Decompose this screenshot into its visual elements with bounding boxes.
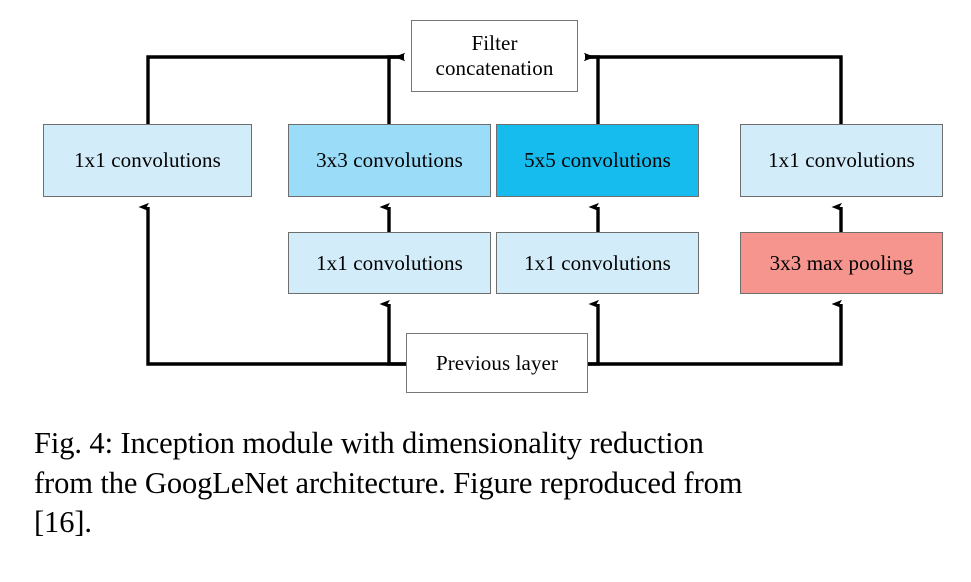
node-conv1x1-right-label: 1x1 convolutions bbox=[768, 148, 915, 173]
caption-line-1: Fig. 4: Inception module with dimensiona… bbox=[34, 426, 704, 460]
node-previous-layer[interactable]: Previous layer bbox=[406, 333, 588, 393]
edge-conv5x5-to-filter-concat bbox=[584, 52, 600, 124]
node-maxpool-label: 3x3 max pooling bbox=[769, 250, 914, 275]
node-conv1x1-mid1-label: 1x1 convolutions bbox=[316, 250, 463, 275]
caption-line-2: from the GoogLeNet architecture. Figure … bbox=[34, 465, 743, 500]
node-filter-concatenation[interactable]: Filter concatenation bbox=[411, 20, 578, 92]
figure-caption: Fig. 4: Inception module with dimensiona… bbox=[34, 424, 944, 543]
filter-concat-line-1: Filter bbox=[471, 31, 518, 56]
node-conv1x1-right[interactable]: 1x1 convolutions bbox=[740, 124, 943, 197]
edge-conv1x1-left-to-filter-concat bbox=[146, 52, 405, 124]
node-conv1x1-left-label: 1x1 convolutions bbox=[74, 148, 221, 173]
node-maxpool[interactable]: 3x3 max pooling bbox=[740, 232, 943, 294]
node-conv1x1-mid2-label: 1x1 convolutions bbox=[524, 250, 671, 275]
edge-conv3x3-to-filter-concat bbox=[387, 52, 405, 124]
caption-line-3: [16]. bbox=[34, 505, 92, 540]
node-conv1x1-left[interactable]: 1x1 convolutions bbox=[43, 124, 252, 197]
edge-previous-to-maxpool bbox=[588, 299, 843, 366]
node-conv1x1-mid2[interactable]: 1x1 convolutions bbox=[496, 232, 699, 294]
node-conv3x3[interactable]: 3x3 convolutions bbox=[288, 124, 491, 197]
node-conv3x3-label: 3x3 convolutions bbox=[316, 148, 463, 173]
inception-module-figure: Filter concatenation 1x1 convolutions 3x… bbox=[0, 0, 971, 410]
edge-previous-to-conv1x1-mid1 bbox=[379, 299, 406, 366]
node-filter-concatenation-label: Filter concatenation bbox=[436, 31, 554, 81]
node-conv5x5-label: 5x5 convolutions bbox=[524, 148, 671, 173]
node-conv5x5[interactable]: 5x5 convolutions bbox=[496, 124, 699, 197]
filter-concat-line-2: concatenation bbox=[435, 56, 554, 80]
edge-previous-to-conv1x1-mid2 bbox=[588, 299, 600, 366]
node-conv1x1-mid1[interactable]: 1x1 convolutions bbox=[288, 232, 491, 294]
node-previous-layer-label: Previous layer bbox=[435, 350, 559, 375]
edge-conv1x1-right-to-filter-concat bbox=[584, 52, 843, 124]
